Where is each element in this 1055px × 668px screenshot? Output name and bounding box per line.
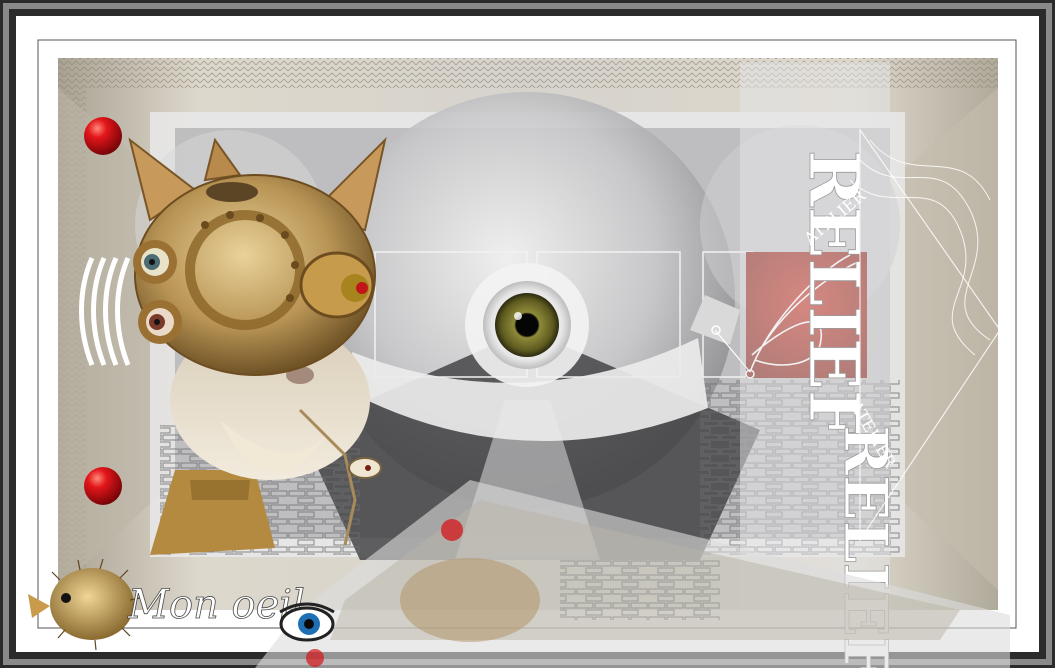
signature-eye-icon [279,602,335,642]
reflected-brick [560,560,720,620]
signature-text: Mon oeil [127,582,305,628]
red-bead-bottom [84,467,122,505]
creature-cap [206,182,258,202]
reflected-red-bead-2 [306,649,324,667]
reflected-red-bead [441,519,463,541]
artwork-canvas: RELIEF RELIEF ATELIER ATELIER Mon oeil [0,0,1055,668]
red-bead-top [84,117,122,155]
reflected-creature [400,558,540,642]
eye-highlight [514,312,522,320]
